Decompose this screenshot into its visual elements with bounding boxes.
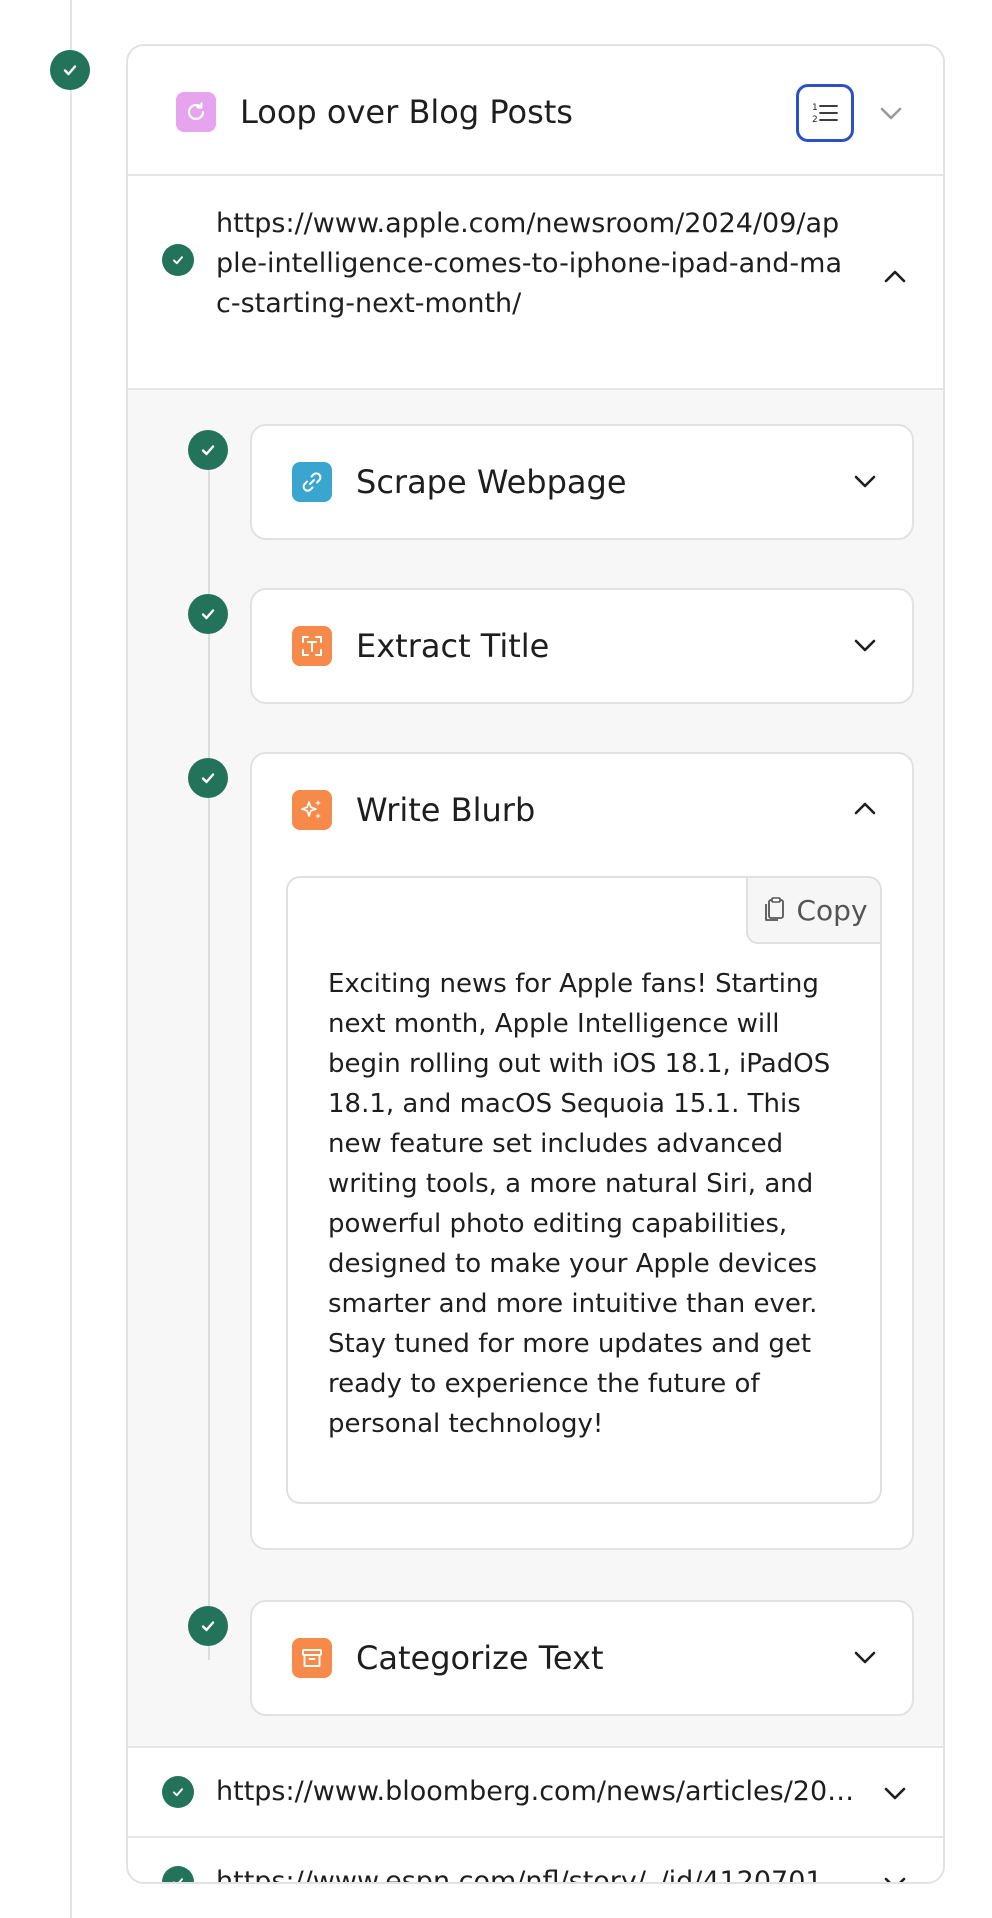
loop-card-header[interactable]: Loop over Blog Posts 1 2 [128, 46, 943, 176]
copy-label: Copy [796, 893, 868, 927]
archive-icon [292, 1638, 332, 1678]
numbered-list-button[interactable]: 1 2 [796, 84, 854, 142]
step-categorize-text[interactable]: Categorize Text [250, 1600, 914, 1716]
step-scrape-webpage[interactable]: Scrape Webpage [250, 424, 914, 540]
iteration-status-check-icon [162, 1866, 194, 1882]
chevron-down-icon[interactable] [878, 1866, 912, 1884]
loop-status-check-icon [50, 50, 90, 90]
iteration-status-check-icon [162, 1776, 194, 1808]
step-status-check-icon [188, 1606, 228, 1646]
refresh-icon [176, 92, 216, 132]
iteration-status-check-icon [162, 244, 194, 276]
numbered-list-icon: 1 2 [812, 103, 838, 125]
copy-button[interactable]: Copy [746, 878, 880, 944]
iteration-url: https://www.apple.com/newsroom/2024/09/a… [216, 208, 842, 319]
loop-card: Loop over Blog Posts 1 2 https://www.app… [126, 44, 945, 1884]
svg-text:1: 1 [812, 103, 818, 113]
step-title: Scrape Webpage [356, 463, 627, 501]
blurb-text: Exciting news for Apple fans! Starting n… [328, 969, 831, 1439]
iteration-url: https://www.espn.com/nfl/story/_/id/4120… [216, 1866, 856, 1884]
step-status-check-icon [188, 430, 228, 470]
chevron-down-icon[interactable] [848, 628, 882, 662]
chevron-down-icon[interactable] [848, 1640, 882, 1674]
step-title: Categorize Text [356, 1639, 604, 1677]
step-extract-title[interactable]: Extract Title [250, 588, 914, 704]
iteration-steps: Scrape Webpage Extract Title Write Blurb [128, 390, 943, 1748]
chevron-down-icon[interactable] [878, 1776, 912, 1810]
clipboard-icon [765, 897, 785, 921]
blurb-output: Copy Exciting news for Apple fans! Start… [286, 876, 882, 1504]
chevron-up-icon[interactable] [878, 260, 912, 294]
svg-text:2: 2 [812, 115, 818, 125]
timeline-line [70, 0, 72, 1918]
iteration-header[interactable]: https://www.apple.com/newsroom/2024/09/a… [128, 176, 943, 390]
step-status-check-icon [188, 758, 228, 798]
chevron-down-icon[interactable] [874, 96, 908, 130]
chevron-up-icon[interactable] [848, 792, 882, 826]
loop-title: Loop over Blog Posts [240, 93, 573, 131]
text-select-icon [292, 626, 332, 666]
sparkles-icon [292, 790, 332, 830]
iteration-row[interactable]: https://www.bloomberg.com/news/articles/… [128, 1748, 943, 1838]
chevron-down-icon[interactable] [848, 464, 882, 498]
iteration-row[interactable]: https://www.espn.com/nfl/story/_/id/4120… [128, 1838, 943, 1884]
step-write-blurb: Write Blurb Copy Exciting news for Apple… [250, 752, 914, 1550]
link-icon [292, 462, 332, 502]
step-title: Extract Title [356, 627, 550, 665]
step-status-check-icon [188, 594, 228, 634]
iteration-url: https://www.bloomberg.com/news/articles/… [216, 1776, 856, 1807]
step-title: Write Blurb [356, 791, 536, 829]
